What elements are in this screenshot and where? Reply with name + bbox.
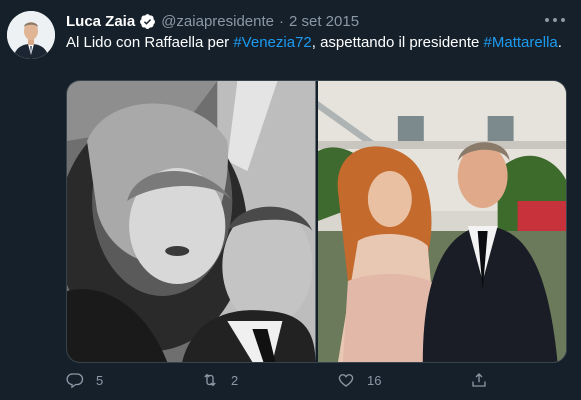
share-button[interactable] [470, 371, 488, 389]
heart-icon [338, 374, 354, 387]
tweet-text: Al Lido con Raffaella per #Venezia72, as… [66, 33, 566, 53]
tweet-text-part: . [557, 34, 562, 51]
author-name[interactable]: Luca Zaia [66, 13, 135, 30]
retweet-button[interactable]: 2 [201, 371, 337, 389]
tweet-text-part: Al Lido con Raffaella per [66, 34, 234, 51]
tweet-actions: 5 2 16 [66, 370, 496, 390]
author-avatar[interactable] [7, 11, 55, 59]
photo-image [317, 81, 566, 362]
reply-icon [66, 373, 84, 389]
tweet[interactable]: Luca Zaia @zaiapresidente · 2 set 2015 A… [0, 0, 581, 400]
retweet-count: 2 [231, 372, 239, 388]
separator-dot: · [279, 12, 284, 30]
tweet-media [66, 80, 567, 363]
verified-badge-icon [139, 13, 156, 30]
share-icon [472, 373, 486, 387]
tweet-header: Luca Zaia @zaiapresidente · 2 set 2015 [66, 11, 359, 31]
hashtag-link[interactable]: #Venezia72 [233, 34, 311, 51]
photo-image [67, 81, 316, 362]
avatar-image [7, 11, 55, 59]
hashtag-link[interactable]: #Mattarella [484, 34, 558, 51]
tweet-date[interactable]: 2 set 2015 [289, 13, 359, 30]
like-count: 16 [367, 372, 382, 388]
retweet-icon [204, 373, 216, 387]
author-handle[interactable]: @zaiapresidente [161, 13, 274, 30]
tweet-text-part: , aspettando il presidente [311, 34, 484, 51]
reply-count: 5 [96, 372, 104, 388]
media-photo-color[interactable] [317, 81, 566, 362]
like-button[interactable]: 16 [337, 371, 470, 389]
reply-button[interactable]: 5 [66, 371, 201, 389]
more-options-icon[interactable] [545, 13, 565, 27]
media-photo-bw[interactable] [67, 81, 316, 362]
